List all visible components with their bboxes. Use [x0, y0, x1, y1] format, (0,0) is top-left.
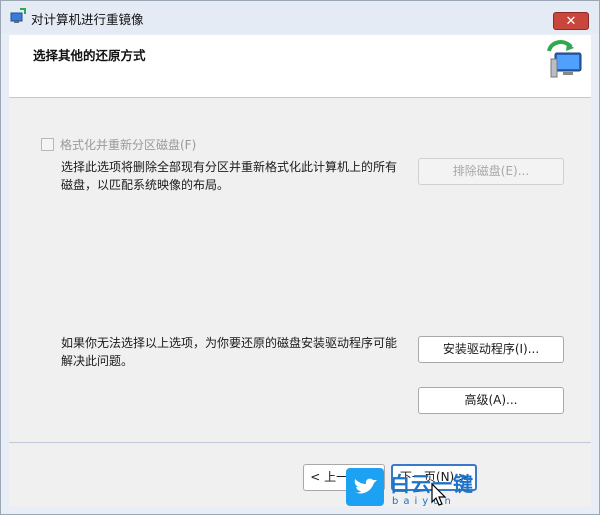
- exclude-disks-button[interactable]: 排除磁盘(E)...: [418, 158, 564, 185]
- wizard-footer: < 上一步(B) 下一页(N) >: [9, 443, 591, 507]
- advanced-button[interactable]: 高级(A)...: [418, 387, 564, 414]
- watermark: 白云一键 baiyun: [346, 468, 478, 512]
- close-button[interactable]: ✕: [553, 12, 589, 30]
- window-title: 对计算机进行重镜像: [31, 12, 144, 27]
- options-panel: 格式化并重新分区磁盘(F) 选择此选项将删除全部现有分区并重新格式化此计算机上的…: [9, 98, 591, 443]
- driver-description-line: 解决此问题。: [61, 354, 134, 368]
- computer-restore-icon: [547, 40, 582, 78]
- driver-description: 如果你无法选择以上选项，为你要还原的磁盘安装驱动程序可能 解决此问题。: [61, 334, 397, 370]
- format-description-line: 选择此选项将删除全部现有分区并重新格式化此计算机上的所有: [61, 160, 398, 174]
- system-image-icon: [10, 8, 26, 23]
- format-disks-checkbox[interactable]: [41, 138, 54, 151]
- mouse-cursor-icon: [431, 482, 447, 506]
- page-title: 选择其他的还原方式: [33, 48, 146, 63]
- restore-wizard-window: 对计算机进行重镜像 ✕ 选择其他的还原方式 格式化并重新分区磁盘(F) 选择此选…: [0, 0, 600, 515]
- format-disks-option[interactable]: 格式化并重新分区磁盘(F): [41, 136, 196, 153]
- install-drivers-button[interactable]: 安装驱动程序(I)...: [418, 336, 564, 363]
- title-bar[interactable]: 对计算机进行重镜像 ✕: [1, 1, 599, 33]
- format-disks-label: 格式化并重新分区磁盘(F): [60, 138, 197, 152]
- format-description-line: 磁盘，以匹配系统映像的布局。: [61, 178, 230, 192]
- wizard-header: 选择其他的还原方式: [9, 35, 591, 98]
- driver-description-line: 如果你无法选择以上选项，为你要还原的磁盘安装驱动程序可能: [61, 336, 398, 350]
- format-description: 选择此选项将删除全部现有分区并重新格式化此计算机上的所有 磁盘，以匹配系统映像的…: [61, 158, 397, 194]
- bird-logo-icon: [346, 468, 384, 506]
